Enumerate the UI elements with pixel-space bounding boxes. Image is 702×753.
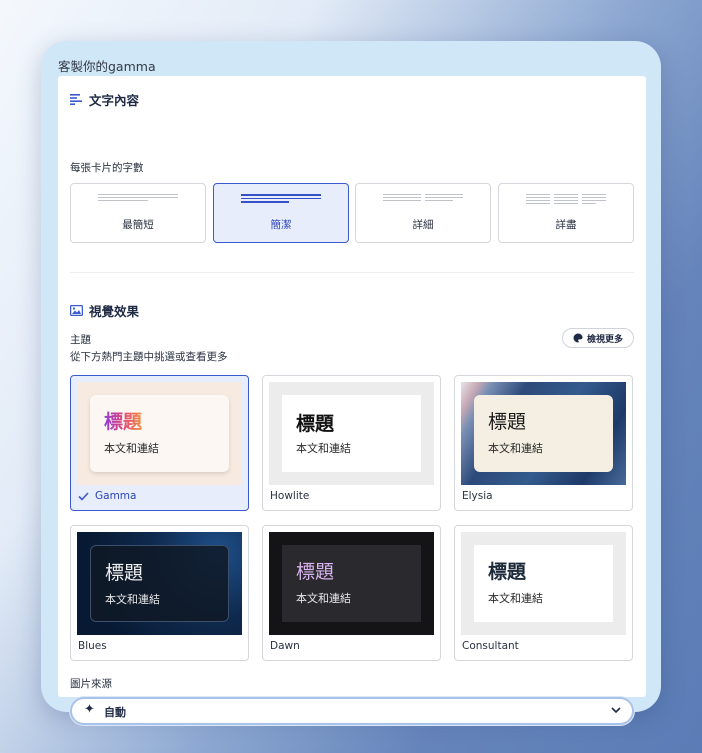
option-label: 簡潔 — [270, 219, 292, 231]
theme-thumbnail: 標題 本文和連結 — [269, 382, 434, 485]
visual-section-heading: 視覺效果 — [70, 301, 139, 320]
preview-title: 標題 — [488, 411, 527, 433]
theme-name: Howlite — [270, 490, 310, 502]
theme-name: Consultant — [462, 640, 519, 652]
preview-body: 本文和連結 — [105, 593, 160, 606]
image-icon — [70, 305, 83, 316]
preview-body: 本文和連結 — [488, 592, 543, 605]
option-concise[interactable]: 簡潔 — [213, 183, 349, 243]
theme-preview-card: 標題 本文和連結 — [474, 395, 613, 472]
theme-elysia[interactable]: 標題 本文和連結 Elysia — [454, 375, 633, 511]
theme-hint: 從下方熱門主題中挑選或查看更多 — [70, 351, 228, 363]
preview-title: 標題 — [488, 561, 527, 583]
check-icon — [78, 491, 89, 501]
preview-title: 標題 — [296, 561, 335, 583]
chevron-down-icon — [611, 707, 621, 714]
theme-thumbnail: 標題 本文和連結 — [461, 532, 626, 635]
theme-thumbnail: 標題 本文和連結 — [461, 382, 626, 485]
words-per-card-label: 每張卡片的字數 — [70, 162, 144, 174]
settings-card: 文字內容 每張卡片的字數 最簡短 簡潔 詳細 詳盡 視覺效果 主題 從下方熱門主… — [58, 76, 646, 725]
preview-body: 本文和連結 — [488, 442, 543, 455]
section-divider — [70, 272, 634, 273]
option-label: 最簡短 — [122, 219, 154, 231]
theme-label: 主題 — [70, 334, 91, 346]
theme-name: Blues — [78, 640, 107, 652]
theme-gamma[interactable]: 標題 本文和連結 Gamma — [70, 375, 249, 511]
theme-howlite[interactable]: 標題 本文和連結 Howlite — [262, 375, 441, 511]
visual-section-title: 視覺效果 — [89, 304, 140, 319]
theme-name: Gamma — [78, 490, 136, 502]
theme-preview-card: 標題 本文和連結 — [90, 545, 229, 622]
option-detailed[interactable]: 詳細 — [355, 183, 491, 243]
text-section-heading: 文字內容 — [70, 90, 139, 109]
theme-preview-card: 標題 本文和連結 — [282, 545, 421, 622]
customize-panel: 客製你的gamma 文字內容 每張卡片的字數 最簡短 簡潔 詳細 詳盡 視覺效果… — [41, 41, 661, 725]
option-label: 詳細 — [412, 219, 434, 231]
preview-body: 本文和連結 — [296, 592, 351, 605]
panel-title: 客製你的gamma — [58, 59, 156, 74]
theme-preview-card: 標題 本文和連結 — [282, 395, 421, 472]
view-more-label: 檢視更多 — [586, 334, 623, 345]
theme-consultant[interactable]: 標題 本文和連結 Consultant — [454, 525, 633, 661]
preview-body: 本文和連結 — [296, 442, 351, 455]
image-source-label: 圖片來源 — [70, 678, 112, 690]
view-more-button[interactable]: 檢視更多 — [562, 328, 634, 348]
option-extensive[interactable]: 詳盡 — [498, 183, 634, 243]
palette-icon — [573, 333, 583, 343]
theme-name: Dawn — [270, 640, 300, 652]
option-shortest[interactable]: 最簡短 — [70, 183, 206, 243]
preview-title: 標題 — [104, 407, 142, 434]
theme-thumbnail: 標題 本文和連結 — [269, 532, 434, 635]
image-source-select[interactable]: ✦ 自動 — [70, 697, 634, 725]
theme-dawn[interactable]: 標題 本文和連結 Dawn — [262, 525, 441, 661]
theme-thumbnail: 標題 本文和連結 — [77, 382, 242, 485]
theme-name-label: Gamma — [95, 490, 137, 502]
text-lines-icon — [70, 94, 82, 105]
theme-thumbnail: 標題 本文和連結 — [77, 532, 242, 635]
sparkle-icon: ✦ — [84, 702, 95, 717]
theme-preview-card: 標題 本文和連結 — [90, 395, 229, 472]
theme-preview-card: 標題 本文和連結 — [474, 545, 613, 622]
theme-name: Elysia — [462, 490, 493, 502]
image-source-value: 自動 — [104, 706, 126, 719]
preview-title: 標題 — [105, 562, 144, 584]
option-label: 詳盡 — [555, 219, 577, 231]
preview-body: 本文和連結 — [104, 442, 159, 455]
text-section-title: 文字內容 — [89, 93, 140, 108]
theme-blues[interactable]: 標題 本文和連結 Blues — [70, 525, 249, 661]
preview-title: 標題 — [296, 413, 335, 435]
